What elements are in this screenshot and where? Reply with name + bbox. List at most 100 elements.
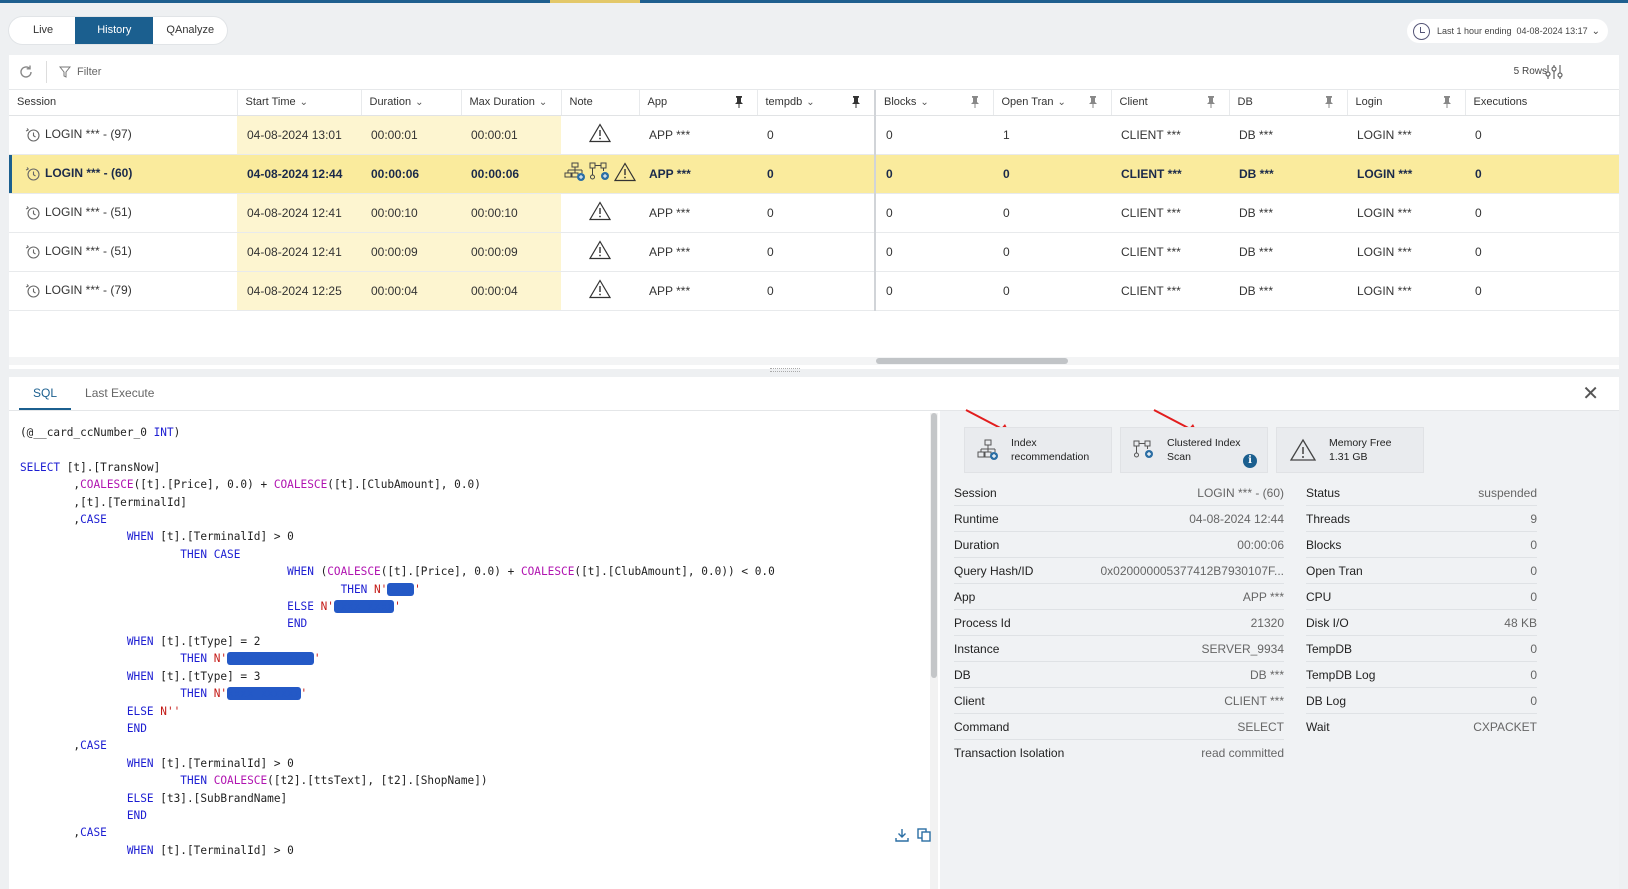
cell-open-tran[interactable]: 0 bbox=[993, 271, 1111, 311]
clustered-index-scan-icon[interactable] bbox=[589, 162, 611, 182]
cell-login[interactable]: LOGIN *** bbox=[1347, 232, 1465, 272]
cell-db[interactable]: DB *** bbox=[1229, 154, 1347, 194]
download-icon[interactable] bbox=[894, 827, 910, 843]
cell-app[interactable]: APP *** bbox=[639, 154, 757, 194]
clustered-index-scan-card[interactable]: Clustered Index Scan i bbox=[1120, 427, 1268, 473]
panel-splitter-handle[interactable] bbox=[770, 368, 800, 372]
cell-blocks[interactable]: 0 bbox=[875, 232, 993, 272]
cell-client[interactable]: CLIENT *** bbox=[1111, 271, 1229, 311]
cell-client[interactable]: CLIENT *** bbox=[1111, 232, 1229, 272]
pin-icon[interactable] bbox=[1088, 96, 1097, 108]
cell-start-time[interactable]: 04-08-2024 13:01 bbox=[237, 115, 361, 155]
cell-login[interactable]: LOGIN *** bbox=[1347, 154, 1465, 194]
cell-tempdb[interactable]: 0 bbox=[757, 271, 876, 311]
index-recommendation-card[interactable]: Index recommendation bbox=[964, 427, 1112, 473]
cell-tempdb[interactable]: 0 bbox=[757, 154, 876, 194]
table-row[interactable]: LOGIN *** - (97) 04-08-2024 13:01 00:00:01… bbox=[9, 115, 1619, 155]
col-duration-header[interactable]: Duration ⌄ bbox=[361, 90, 462, 116]
col-login-header[interactable]: Login bbox=[1347, 90, 1466, 116]
col-db-header[interactable]: DB bbox=[1229, 90, 1348, 116]
copy-icon[interactable] bbox=[916, 827, 932, 843]
pin-icon[interactable] bbox=[852, 96, 860, 108]
cell-max-duration[interactable]: 00:00:10 bbox=[461, 193, 561, 233]
cell-executions[interactable]: 0 bbox=[1465, 154, 1619, 194]
cell-app[interactable]: APP *** bbox=[639, 232, 757, 272]
cell-session[interactable]: LOGIN *** - (79) bbox=[9, 271, 237, 311]
col-client-header[interactable]: Client bbox=[1111, 90, 1230, 116]
sql-vertical-scrollbar[interactable] bbox=[930, 413, 938, 889]
cell-open-tran[interactable]: 1 bbox=[993, 115, 1111, 155]
cell-session[interactable]: LOGIN *** - (51) bbox=[9, 232, 237, 272]
tab-last-execute[interactable]: Last Execute bbox=[71, 377, 168, 410]
memory-free-card[interactable]: Memory Free 1.31 GB bbox=[1276, 427, 1424, 473]
pin-icon[interactable] bbox=[1442, 96, 1451, 108]
cell-executions[interactable]: 0 bbox=[1465, 271, 1619, 311]
cell-max-duration[interactable]: 00:00:04 bbox=[461, 271, 561, 311]
cell-tempdb[interactable]: 0 bbox=[757, 115, 876, 155]
cell-duration[interactable]: 00:00:06 bbox=[361, 154, 461, 194]
horizontal-scrollbar[interactable] bbox=[9, 357, 1619, 365]
pin-icon[interactable] bbox=[734, 96, 743, 108]
cell-max-duration[interactable]: 00:00:01 bbox=[461, 115, 561, 155]
cell-blocks[interactable]: 0 bbox=[875, 115, 993, 155]
col-note-header[interactable]: Note bbox=[561, 90, 640, 116]
mode-qanalyze-button[interactable]: QAnalyze bbox=[153, 17, 227, 44]
cell-max-duration[interactable]: 00:00:06 bbox=[461, 154, 561, 194]
cell-blocks[interactable]: 0 bbox=[875, 154, 993, 194]
column-settings-icon[interactable] bbox=[1544, 63, 1564, 81]
cell-note[interactable] bbox=[561, 271, 639, 311]
mode-history-button[interactable]: History bbox=[75, 17, 154, 44]
warning-icon[interactable] bbox=[588, 201, 612, 221]
pin-icon[interactable] bbox=[1206, 96, 1215, 108]
cell-duration[interactable]: 00:00:01 bbox=[361, 115, 461, 155]
cell-open-tran[interactable]: 0 bbox=[993, 232, 1111, 272]
scrollbar-thumb[interactable] bbox=[931, 413, 937, 678]
close-icon[interactable]: ✕ bbox=[1582, 384, 1599, 404]
cell-executions[interactable]: 0 bbox=[1465, 232, 1619, 272]
cell-open-tran[interactable]: 0 bbox=[993, 154, 1111, 194]
cell-start-time[interactable]: 04-08-2024 12:44 bbox=[237, 154, 361, 194]
cell-db[interactable]: DB *** bbox=[1229, 232, 1347, 272]
filter-button[interactable]: Filter bbox=[59, 66, 101, 78]
cell-open-tran[interactable]: 0 bbox=[993, 193, 1111, 233]
cell-app[interactable]: APP *** bbox=[639, 193, 757, 233]
warning-icon[interactable] bbox=[588, 123, 612, 143]
cell-app[interactable]: APP *** bbox=[639, 115, 757, 155]
cell-session[interactable]: LOGIN *** - (51) bbox=[9, 193, 237, 233]
index-recommendation-icon[interactable] bbox=[564, 162, 586, 182]
table-row[interactable]: LOGIN *** - (79) 04-08-2024 12:25 00:00:04… bbox=[9, 271, 1619, 311]
col-start-time-header[interactable]: Start Time ⌄ bbox=[237, 90, 362, 116]
cell-tempdb[interactable]: 0 bbox=[757, 232, 876, 272]
cell-db[interactable]: DB *** bbox=[1229, 271, 1347, 311]
table-row[interactable]: LOGIN *** - (60) 04-08-2024 12:44 00:00:06… bbox=[9, 154, 1619, 194]
cell-blocks[interactable]: 0 bbox=[875, 193, 993, 233]
cell-db[interactable]: DB *** bbox=[1229, 193, 1347, 233]
col-max-duration-header[interactable]: Max Duration ⌄ bbox=[461, 90, 562, 116]
mode-live-button[interactable]: Live bbox=[9, 17, 75, 44]
cell-tempdb[interactable]: 0 bbox=[757, 193, 876, 233]
table-row[interactable]: LOGIN *** - (51) 04-08-2024 12:41 00:00:09… bbox=[9, 232, 1619, 272]
cell-app[interactable]: APP *** bbox=[639, 271, 757, 311]
warning-icon[interactable] bbox=[588, 240, 612, 260]
cell-start-time[interactable]: 04-08-2024 12:25 bbox=[237, 271, 361, 311]
cell-note[interactable] bbox=[561, 232, 639, 272]
cell-note[interactable] bbox=[561, 193, 639, 233]
warning-icon[interactable] bbox=[588, 279, 612, 299]
col-session-header[interactable]: Session bbox=[9, 90, 238, 116]
refresh-icon[interactable] bbox=[15, 61, 37, 83]
cell-note[interactable] bbox=[561, 154, 639, 194]
cell-blocks[interactable]: 0 bbox=[875, 271, 993, 311]
cell-login[interactable]: LOGIN *** bbox=[1347, 271, 1465, 311]
cell-start-time[interactable]: 04-08-2024 12:41 bbox=[237, 232, 361, 272]
cell-login[interactable]: LOGIN *** bbox=[1347, 193, 1465, 233]
sql-text-viewer[interactable]: (@__card_ccNumber_0 INT) SELECT [t].[Tra… bbox=[9, 411, 940, 889]
cell-client[interactable]: CLIENT *** bbox=[1111, 154, 1229, 194]
scrollbar-thumb[interactable] bbox=[876, 358, 1068, 364]
cell-note[interactable] bbox=[561, 115, 639, 155]
cell-client[interactable]: CLIENT *** bbox=[1111, 193, 1229, 233]
col-open-tran-header[interactable]: Open Tran ⌄ bbox=[993, 90, 1112, 116]
cell-executions[interactable]: 0 bbox=[1465, 115, 1619, 155]
info-icon[interactable]: i bbox=[1243, 454, 1257, 468]
col-tempdb-header[interactable]: tempdb ⌄ bbox=[757, 90, 876, 116]
cell-db[interactable]: DB *** bbox=[1229, 115, 1347, 155]
